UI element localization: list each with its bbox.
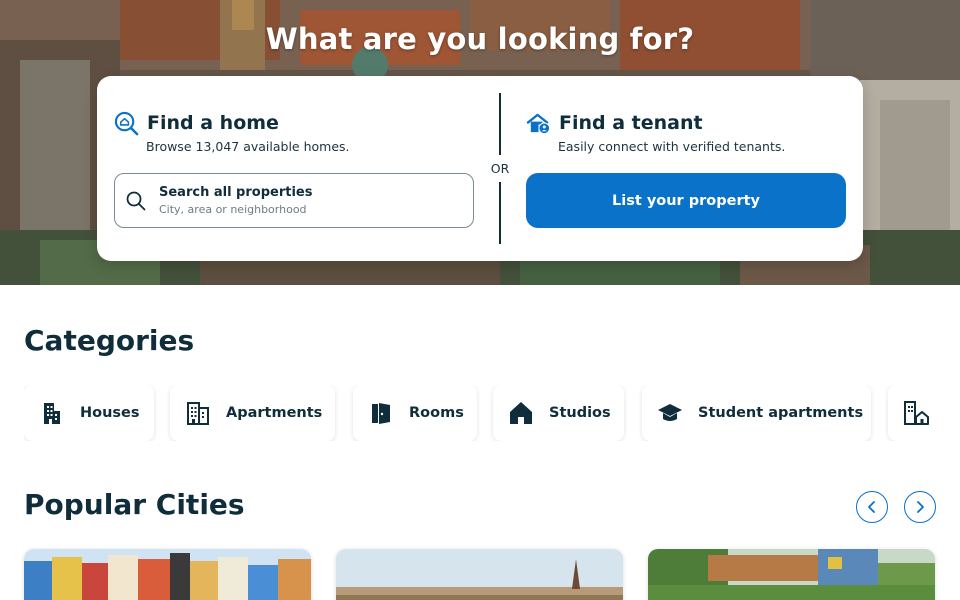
divider-line-top xyxy=(499,93,501,155)
search-field-label: Search all properties xyxy=(159,185,313,200)
find-tenant-heading: Find a tenant xyxy=(559,112,703,134)
categories-title: Categories xyxy=(24,324,195,357)
city-card[interactable] xyxy=(24,549,311,600)
building-icon xyxy=(44,403,60,424)
category-more[interactable] xyxy=(888,385,960,441)
door-icon xyxy=(372,403,390,424)
city-photo-green-park xyxy=(648,549,935,600)
house-icon xyxy=(510,402,532,424)
or-label: OR xyxy=(490,161,510,176)
category-student-apartments[interactable]: Student apartments xyxy=(642,385,871,441)
categories-carousel: Houses Apartments Rooms Studios Student … xyxy=(24,385,960,441)
category-label: Houses xyxy=(80,405,140,421)
city-card[interactable] xyxy=(336,549,623,600)
category-label: Rooms xyxy=(409,405,464,421)
chevron-right-icon xyxy=(917,501,924,513)
cities-prev-button[interactable] xyxy=(856,491,888,523)
category-label: Student apartments xyxy=(698,405,864,421)
category-label: Studios xyxy=(549,405,611,421)
graduation-cap-icon xyxy=(658,404,682,421)
search-field-placeholder: City, area or neighborhood xyxy=(159,203,307,216)
category-houses[interactable]: Houses xyxy=(24,385,154,441)
find-tenant-heading-row: Find a tenant xyxy=(526,110,846,136)
chevron-left-icon xyxy=(868,501,875,513)
search-card: Find a home Browse 13,047 available home… xyxy=(97,76,863,261)
search-icon xyxy=(126,191,146,210)
find-tenant-block: Find a tenant Easily connect with verifi… xyxy=(526,110,846,154)
list-your-property-button[interactable]: List your property xyxy=(526,173,846,228)
find-home-subtitle: Browse 13,047 available homes. xyxy=(146,139,350,154)
category-studios[interactable]: Studios xyxy=(493,385,624,441)
popular-cities-title: Popular Cities xyxy=(24,488,245,521)
search-field-text: Search all properties City, area or neig… xyxy=(159,185,312,216)
find-home-heading: Find a home xyxy=(147,112,279,134)
divider-line-bottom xyxy=(499,182,501,244)
category-label: Apartments xyxy=(226,405,323,421)
hero-title: What are you looking for? xyxy=(265,22,695,56)
hero-section: What are you looking for? Find a home Br… xyxy=(0,0,960,285)
category-apartments[interactable]: Apartments xyxy=(170,385,335,441)
find-home-heading-row: Find a home xyxy=(114,110,474,136)
home-search-icon xyxy=(114,111,139,135)
find-home-block: Find a home Browse 13,047 available home… xyxy=(114,110,474,154)
cities-next-button[interactable] xyxy=(904,491,936,523)
city-photo-colorful-harbor xyxy=(24,549,311,600)
apartment-building-icon xyxy=(187,402,209,425)
search-properties-field[interactable]: Search all properties City, area or neig… xyxy=(114,173,474,228)
city-photo-skyline-spire xyxy=(336,549,623,600)
building-house-icon xyxy=(904,401,929,425)
city-card[interactable] xyxy=(648,549,935,600)
category-rooms[interactable]: Rooms xyxy=(353,385,477,441)
find-tenant-subtitle: Easily connect with verified tenants. xyxy=(558,139,786,154)
home-user-icon xyxy=(526,113,551,134)
